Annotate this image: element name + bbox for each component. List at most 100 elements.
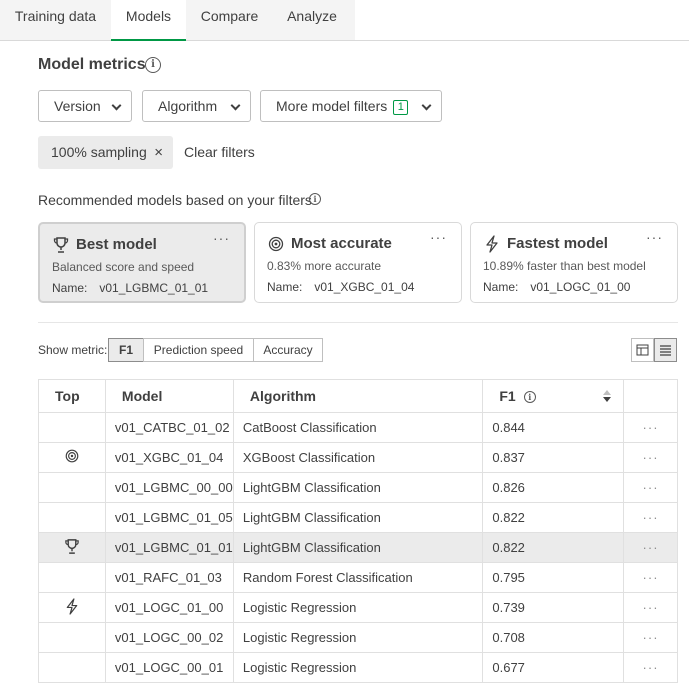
card-subtitle: 0.83% more accurate (267, 259, 382, 273)
version-dropdown[interactable]: Version (38, 90, 132, 122)
trophy-icon (53, 237, 69, 253)
row-more-icon[interactable]: ··· (623, 622, 678, 653)
f1-cell: 0.822 (482, 502, 625, 533)
top-cell (38, 502, 106, 533)
column-header-model[interactable]: Model (104, 379, 234, 413)
info-icon[interactable]: i (145, 57, 161, 73)
model-cell: v01_LOGC_00_01 (104, 652, 234, 683)
tab-compare[interactable]: Compare (186, 0, 273, 40)
f1-cell: 0.708 (482, 622, 625, 653)
best-model-card[interactable]: Best model ··· Balanced score and speed … (38, 222, 246, 303)
table-row[interactable]: v01_LOGC_01_00 Logistic Regression 0.739 ··… (38, 592, 678, 623)
top-cell (38, 592, 106, 623)
more-icon[interactable]: ··· (213, 230, 230, 246)
row-more-icon[interactable]: ··· (623, 442, 678, 473)
card-subtitle: Balanced score and speed (52, 260, 195, 274)
tab-analyze[interactable]: Analyze (273, 0, 351, 40)
row-more-icon[interactable]: ··· (623, 472, 678, 503)
metric-accuracy-button[interactable]: Accuracy (253, 338, 323, 362)
target-icon (268, 236, 284, 252)
algorithm-cell: Logistic Regression (232, 622, 484, 653)
top-cell (38, 562, 106, 593)
table-row[interactable]: v01_RAFC_01_03 Random Forest Classificati… (38, 562, 678, 593)
algorithm-dropdown[interactable]: Algorithm (142, 90, 251, 122)
algorithm-cell: LightGBM Classification (232, 472, 484, 503)
table-row[interactable]: v01_LGBMC_00_00 LightGBM Classification 0.… (38, 472, 678, 503)
model-cell: v01_XGBC_01_04 (104, 442, 234, 473)
grid-view-button[interactable] (631, 338, 654, 362)
algorithm-dropdown-label: Algorithm (158, 98, 218, 114)
list-view-button[interactable] (654, 338, 677, 362)
table-row[interactable]: v01_LOGC_00_01 Logistic Regression 0.677 ··… (38, 652, 678, 683)
lightning-icon (66, 597, 78, 615)
more-filters-label: More model filters (276, 98, 388, 114)
f1-cell: 0.826 (482, 472, 625, 503)
algorithm-cell: LightGBM Classification (232, 502, 484, 533)
table-row[interactable]: v01_LOGC_00_02 Logistic Regression 0.708 ··… (38, 622, 678, 653)
sort-icon[interactable] (603, 390, 612, 402)
f1-cell: 0.739 (482, 592, 625, 623)
tab-training-data[interactable]: Training data (0, 0, 111, 40)
more-model-filters-dropdown[interactable]: More model filters 1 (260, 90, 442, 122)
card-model-name: Name: v01_XGBC_01_04 (267, 280, 414, 294)
top-cell (38, 532, 106, 563)
f1-cell: 0.795 (482, 562, 625, 593)
card-name-label: Name: (267, 280, 303, 294)
metric-prediction-speed-button[interactable]: Prediction speed (143, 338, 254, 362)
algorithm-cell: XGBoost Classification (232, 442, 484, 473)
table-row[interactable]: v01_XGBC_01_04 XGBoost Classification 0.83… (38, 442, 678, 473)
column-header-algorithm[interactable]: Algorithm (232, 379, 484, 413)
row-more-icon[interactable]: ··· (623, 412, 678, 443)
model-cell: v01_LOGC_00_02 (104, 622, 234, 653)
version-dropdown-label: Version (54, 98, 101, 114)
card-subtitle: 10.89% faster than best model (483, 259, 646, 273)
column-header-f1[interactable]: F1 i (482, 379, 625, 413)
table-row[interactable]: v01_LGBMC_01_01 LightGBM Classification 0.… (38, 532, 678, 563)
f1-cell: 0.844 (482, 412, 625, 443)
info-icon[interactable]: i (523, 391, 536, 403)
show-metric-label: Show metric: (38, 343, 108, 357)
table-row[interactable]: v01_LGBMC_01_05 LightGBM Classification 0.… (38, 502, 678, 533)
table-header-row: Top Model Algorithm F1 i (38, 379, 678, 413)
table-row[interactable]: v01_CATBC_01_02 CatBoost Classification 0.… (38, 412, 678, 443)
model-cell: v01_RAFC_01_03 (104, 562, 234, 593)
more-icon[interactable]: ··· (646, 229, 663, 245)
column-header-top[interactable]: Top (38, 379, 106, 413)
divider (38, 322, 678, 323)
f1-cell: 0.837 (482, 442, 625, 473)
chevron-down-icon (230, 100, 241, 111)
model-cell: v01_LGBMC_00_00 (104, 472, 234, 503)
row-more-icon[interactable]: ··· (623, 592, 678, 623)
model-cell: v01_LGBMC_01_05 (104, 502, 234, 533)
column-header-actions (623, 379, 678, 413)
algorithm-cell: Logistic Regression (232, 652, 484, 683)
top-cell (38, 652, 106, 683)
row-more-icon[interactable]: ··· (623, 532, 678, 563)
algorithm-cell: CatBoost Classification (232, 412, 484, 443)
card-name-value: v01_LGBMC_01_01 (99, 281, 209, 295)
row-more-icon[interactable]: ··· (623, 502, 678, 533)
algorithm-cell: Random Forest Classification (232, 562, 484, 593)
card-title: Most accurate (291, 235, 392, 252)
algorithm-cell: Logistic Regression (232, 592, 484, 623)
table-icon (636, 344, 649, 356)
metric-f1-button[interactable]: F1 (108, 338, 144, 362)
trophy-icon (65, 538, 79, 554)
row-more-icon[interactable]: ··· (623, 562, 678, 593)
close-icon[interactable]: × (154, 136, 163, 169)
f1-header-label: F1 (499, 388, 516, 404)
row-more-icon[interactable]: ··· (623, 652, 678, 683)
info-icon[interactable]: i (309, 193, 321, 205)
filter-chip-label: 100% sampling (51, 144, 147, 160)
clear-filters-button[interactable]: Clear filters (184, 136, 255, 169)
chevron-down-icon (421, 100, 432, 111)
fastest-model-card[interactable]: Fastest model ··· 10.89% faster than bes… (470, 222, 678, 303)
more-icon[interactable]: ··· (430, 229, 447, 245)
card-model-name: Name: v01_LGBMC_01_01 (52, 281, 208, 295)
card-name-value: v01_LOGC_01_00 (530, 280, 631, 294)
card-model-name: Name: v01_LOGC_01_00 (483, 280, 630, 294)
most-accurate-card[interactable]: Most accurate ··· 0.83% more accurate Na… (254, 222, 462, 303)
tab-models[interactable]: Models (111, 0, 186, 41)
card-name-label: Name: (52, 281, 88, 295)
recommended-heading: Recommended models based on your filters (38, 192, 312, 208)
